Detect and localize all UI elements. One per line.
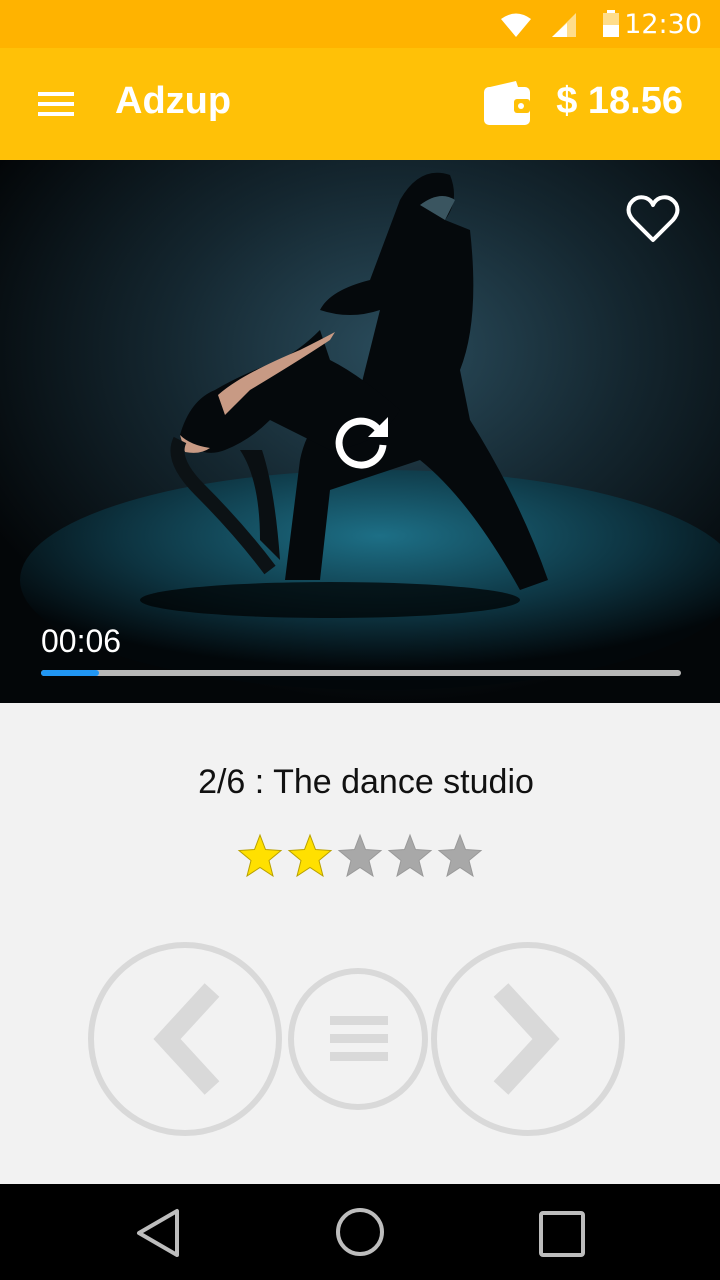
video-title: 2/6 : The dance studio bbox=[198, 763, 534, 801]
playlist-button[interactable] bbox=[288, 968, 428, 1110]
status-bar: 12:30 bbox=[0, 0, 720, 48]
back-triangle-icon[interactable] bbox=[134, 1208, 184, 1258]
heart-icon[interactable] bbox=[626, 195, 680, 245]
app-bar: Adzup $ 18.56 bbox=[0, 48, 720, 160]
clock: 12:30 bbox=[624, 9, 702, 40]
previous-button[interactable] bbox=[88, 942, 282, 1136]
video-player[interactable]: 00:06 bbox=[0, 160, 720, 703]
recents-square-icon[interactable] bbox=[538, 1210, 586, 1258]
star-filled-icon[interactable] bbox=[235, 832, 285, 880]
star-empty-icon[interactable] bbox=[335, 832, 385, 880]
star-empty-icon[interactable] bbox=[385, 832, 435, 880]
rating-stars[interactable] bbox=[235, 832, 485, 880]
replay-icon[interactable] bbox=[328, 409, 394, 475]
home-circle-icon[interactable] bbox=[334, 1206, 386, 1258]
next-button[interactable] bbox=[431, 942, 625, 1136]
system-navigation-bar bbox=[0, 1184, 720, 1280]
wallet-icon[interactable] bbox=[484, 81, 530, 125]
battery-icon bbox=[603, 10, 619, 37]
chevron-left-icon bbox=[153, 983, 220, 1095]
wallet-balance[interactable]: $ 18.56 bbox=[556, 80, 683, 123]
list-icon bbox=[330, 1016, 388, 1061]
wifi-icon bbox=[501, 13, 531, 37]
star-filled-icon[interactable] bbox=[285, 832, 335, 880]
video-progress-bar[interactable] bbox=[41, 670, 681, 676]
cell-signal-icon bbox=[552, 13, 576, 37]
chevron-right-icon bbox=[493, 983, 560, 1095]
elapsed-time: 00:06 bbox=[41, 623, 122, 659]
star-empty-icon[interactable] bbox=[435, 832, 485, 880]
app-title: Adzup bbox=[115, 80, 232, 122]
progress-fill bbox=[41, 670, 99, 676]
menu-icon[interactable] bbox=[36, 92, 76, 118]
